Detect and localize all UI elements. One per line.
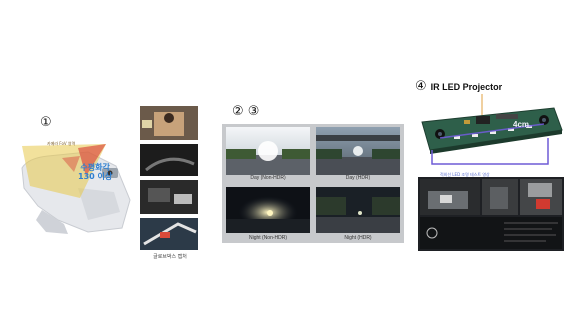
photo-night-hdr (316, 187, 400, 233)
photo-steering (140, 144, 198, 176)
caption-day-hdr: Day (HDR) (345, 175, 371, 181)
caption-night-non-hdr: Night (Non-HDR) (248, 235, 288, 241)
fov-angle-line1: 수평화각 (80, 163, 110, 172)
ir-frame-middle (482, 179, 518, 215)
photo-glovebox (140, 218, 198, 250)
fov-angle-label: 수평화각 130 이상 (78, 163, 112, 181)
caption-night-hdr: Night (HDR) (344, 235, 372, 241)
photo-night-non-hdr (226, 187, 310, 233)
car-interior-illustration (21, 144, 131, 234)
ir-led-pcb-board (421, 94, 563, 165)
fov-area-note: 카메라 FoV 영역 (47, 141, 76, 146)
section-4-number: ④ (415, 79, 427, 94)
photo-console (140, 180, 198, 214)
fov-angle-line2: 130 이상 (78, 172, 113, 181)
glovebox-caption: 글로브박스 캡처 (153, 254, 187, 260)
photo-day-hdr (316, 127, 400, 175)
ir-frame-right (520, 179, 562, 215)
hdr-photo-grid (226, 127, 400, 233)
photo-driver-monitor (140, 106, 198, 140)
ir-test-screen (418, 177, 564, 251)
section-2-3-numbers: ② ③ (232, 104, 260, 119)
interior-photo-strip (140, 106, 198, 250)
ir-log-area (420, 217, 562, 249)
ir-led-projector-title: IR LED Projector (430, 81, 503, 92)
caption-day-non-hdr: Day (Non-HDR) (250, 175, 286, 181)
photo-day-non-hdr (226, 127, 310, 175)
ir-frame-left (420, 179, 480, 215)
section-4-heading: ④ IR LED Projector (415, 79, 502, 94)
dimension-label: 4cm (513, 120, 530, 129)
